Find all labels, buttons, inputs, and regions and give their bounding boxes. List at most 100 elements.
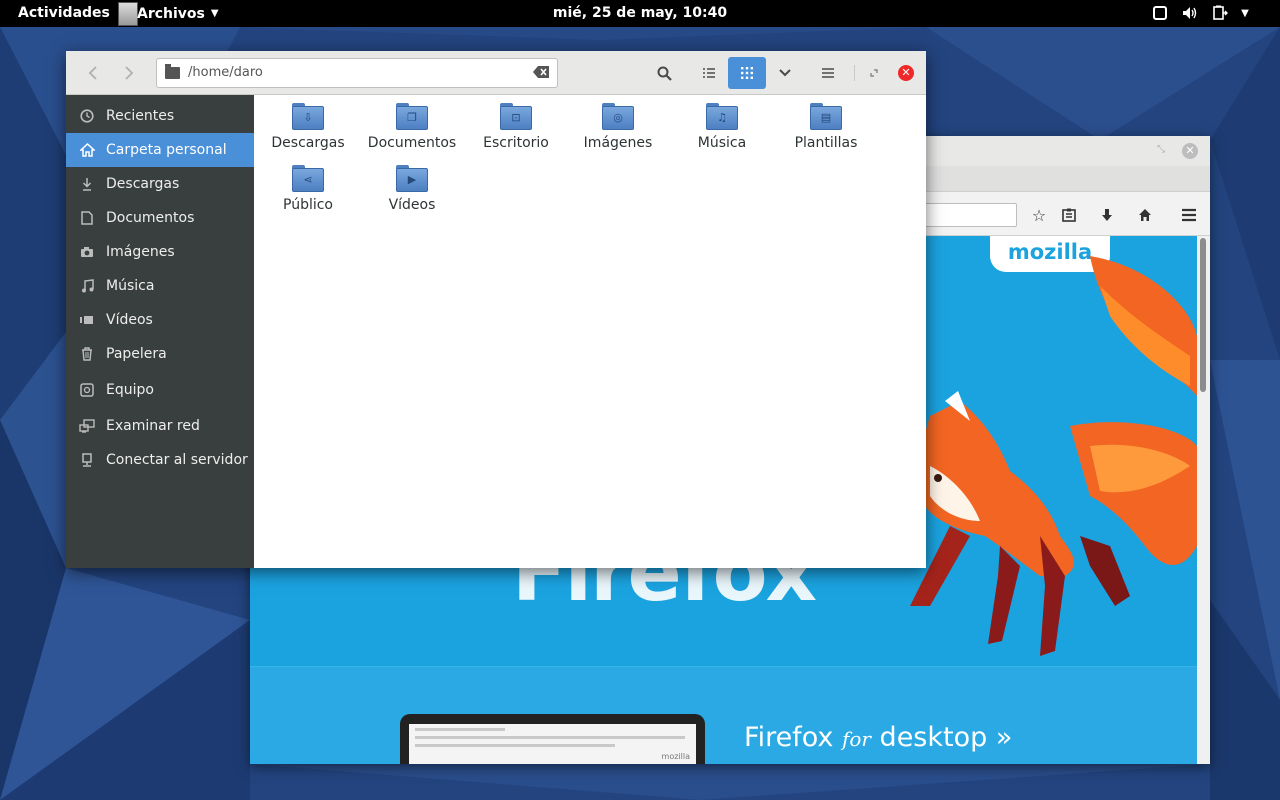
sidebar-item-label: Examinar red: [106, 418, 200, 434]
folder-documents-icon: ❐: [396, 103, 428, 131]
folder-label: Imágenes: [583, 135, 653, 151]
folder-item[interactable]: ⋖ Público: [256, 165, 360, 213]
folder-label: Escritorio: [483, 135, 549, 151]
back-button[interactable]: [78, 57, 108, 89]
desktop-link-suffix: desktop »: [870, 722, 1013, 753]
search-icon: [657, 66, 672, 81]
home-icon[interactable]: [1132, 202, 1158, 228]
activities-button[interactable]: Actividades: [18, 5, 110, 21]
sidebar-item-3[interactable]: Documentos: [66, 201, 254, 235]
document-icon: [78, 209, 96, 227]
sidebar-item-4[interactable]: Imágenes: [66, 235, 254, 269]
view-options-button[interactable]: [769, 57, 801, 89]
desktop-link-for: for: [841, 727, 871, 751]
hamburger-menu-icon[interactable]: [1176, 202, 1202, 228]
sidebar-item-label: Equipo: [106, 382, 154, 398]
restore-button[interactable]: [864, 57, 884, 89]
chevron-left-icon: [88, 66, 97, 80]
firefox-scrollbar[interactable]: [1197, 236, 1210, 764]
sidebar-item-label: Vídeos: [106, 312, 153, 328]
files-headerbar[interactable]: /home/daro ✕: [66, 51, 926, 95]
star-icon[interactable]: ☆: [1026, 202, 1052, 228]
sidebar-item-label: Carpeta personal: [106, 142, 227, 158]
folder-item[interactable]: ❐ Documentos: [360, 103, 464, 151]
folder-desktop-icon: ⊡: [500, 103, 532, 131]
app-menu[interactable]: Archivos ▼: [118, 0, 219, 27]
clock[interactable]: mié, 25 de may, 10:40: [553, 5, 727, 21]
server-icon: [78, 451, 96, 469]
folder-label: Plantillas: [794, 135, 858, 151]
forward-button[interactable]: [114, 57, 144, 89]
restore-icon: [870, 69, 878, 77]
desktop-link-prefix: Firefox: [744, 722, 842, 753]
sidebar-item-2[interactable]: Descargas: [66, 167, 254, 201]
menu-button[interactable]: [812, 57, 844, 89]
folder-label: Documentos: [367, 135, 457, 151]
folder-label: Vídeos: [388, 197, 436, 213]
restore-icon[interactable]: ⤡: [1154, 144, 1168, 158]
close-button[interactable]: ✕: [898, 65, 914, 81]
drive-icon: [78, 381, 96, 399]
folder-label: Público: [283, 197, 333, 213]
headerbar-separator: [854, 65, 855, 81]
folder-music-icon: ♫: [706, 103, 738, 131]
sidebar-item-0[interactable]: Recientes: [66, 99, 254, 133]
sidebar-item-1[interactable]: Carpeta personal: [66, 133, 254, 167]
chevron-down-icon: [779, 69, 791, 77]
sidebar-item-10[interactable]: Conectar al servidor: [66, 443, 254, 477]
folder-icon: [165, 64, 180, 79]
folder-label: Descargas: [271, 135, 345, 151]
reading-list-icon[interactable]: [1056, 202, 1082, 228]
location-entry[interactable]: /home/daro: [156, 58, 558, 88]
folder-item[interactable]: ♫ Música: [670, 103, 774, 151]
sidebar-item-6[interactable]: Vídeos: [66, 303, 254, 337]
sidebar-item-9[interactable]: Examinar red: [66, 409, 254, 443]
download-icon[interactable]: [1094, 202, 1120, 228]
sidebar-item-8[interactable]: Equipo: [66, 373, 254, 407]
sidebar-item-label: Música: [106, 278, 155, 294]
grid-view-icon: [741, 67, 753, 79]
music-icon: [78, 277, 96, 295]
camera-icon: [78, 243, 96, 261]
firefox-fox-illustration: [910, 256, 1197, 656]
firefox-for-desktop-link[interactable]: Firefox for desktop »: [744, 722, 1012, 753]
sidebar-item-label: Documentos: [106, 210, 195, 226]
folder-grid: ⇩ Descargas ❐ Documentos ⊡ Escritorio ◎ Imágene…: [254, 95, 926, 568]
clock-icon: [78, 107, 96, 125]
home-icon: [78, 141, 96, 159]
battery-icon: [1210, 3, 1230, 23]
folder-item[interactable]: ⊡ Escritorio: [464, 103, 568, 151]
chevron-right-icon: [125, 66, 134, 80]
folder-item[interactable]: ▶ Vídeos: [360, 165, 464, 213]
location-text: /home/daro: [188, 65, 263, 80]
grid-view-button[interactable]: [728, 57, 766, 89]
folder-pictures-icon: ◎: [602, 103, 634, 131]
folder-item[interactable]: ⇩ Descargas: [256, 103, 360, 151]
laptop-screenshot: mozilla: [400, 714, 705, 764]
trash-icon: [78, 345, 96, 363]
search-button[interactable]: [648, 57, 680, 89]
sidebar-item-label: Imágenes: [106, 244, 175, 260]
chevron-down-icon: ▼: [1241, 7, 1249, 19]
folder-templates-icon: ▤: [810, 103, 842, 131]
close-button[interactable]: ✕: [1182, 143, 1198, 159]
sidebar-item-label: Recientes: [106, 108, 175, 124]
folder-videos-icon: ▶: [396, 165, 428, 193]
files-window[interactable]: /home/daro ✕ Recientes Carpeta personal De…: [66, 51, 926, 568]
desktop-promo-section: [250, 666, 1197, 764]
list-view-button[interactable]: [693, 57, 725, 89]
folder-item[interactable]: ▤ Plantillas: [774, 103, 878, 151]
video-icon: [78, 311, 96, 329]
folder-public-icon: ⋖: [292, 165, 324, 193]
places-sidebar: Recientes Carpeta personal Descargas Docume…: [66, 95, 254, 568]
window-icon: [1150, 3, 1170, 23]
scrollbar-thumb[interactable]: [1200, 238, 1206, 392]
network-icon: [78, 417, 96, 435]
sidebar-item-5[interactable]: Música: [66, 269, 254, 303]
sidebar-item-label: Descargas: [106, 176, 180, 192]
folder-item[interactable]: ◎ Imágenes: [566, 103, 670, 151]
sidebar-item-7[interactable]: Papelera: [66, 337, 254, 371]
system-menu[interactable]: ▼: [1150, 3, 1250, 23]
folder-download-icon: ⇩: [292, 103, 324, 131]
clear-icon[interactable]: [533, 66, 549, 80]
